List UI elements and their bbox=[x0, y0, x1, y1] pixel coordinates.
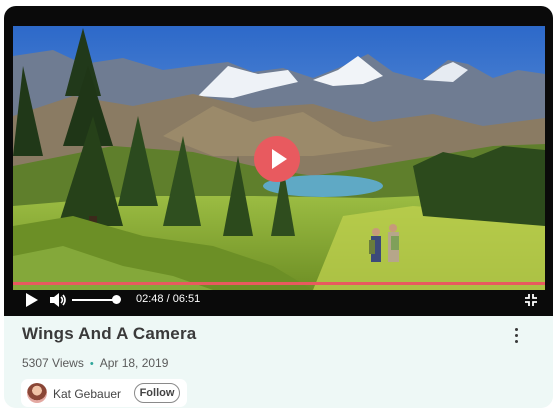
avatar[interactable] bbox=[27, 383, 47, 403]
author-name[interactable]: Kat Gebauer bbox=[53, 387, 121, 401]
publish-date: Apr 18, 2019 bbox=[99, 356, 169, 370]
author-chip: Kat Gebauer Follow bbox=[21, 379, 187, 407]
play-icon bbox=[272, 149, 287, 169]
volume-icon[interactable] bbox=[49, 292, 67, 308]
meta-separator: • bbox=[89, 358, 94, 370]
view-count: 5307 Views bbox=[22, 356, 84, 370]
play-icon[interactable] bbox=[26, 293, 38, 307]
more-vertical-icon[interactable] bbox=[512, 326, 522, 344]
time-display: 02:48 / 06:51 bbox=[136, 293, 201, 305]
video-meta: 5307 Views • Apr 18, 2019 bbox=[22, 356, 168, 370]
player-controls: 02:48 / 06:51 bbox=[4, 289, 553, 315]
follow-button[interactable]: Follow bbox=[134, 383, 180, 403]
video-title[interactable]: Wings And A Camera bbox=[22, 324, 196, 344]
fullscreen-exit-icon[interactable] bbox=[524, 293, 538, 307]
volume-slider-handle[interactable] bbox=[112, 295, 121, 304]
play-button[interactable] bbox=[254, 136, 300, 182]
video-card: 02:48 / 06:51 Wings And A Camera 5307 Vi… bbox=[4, 6, 553, 408]
video-player[interactable]: 02:48 / 06:51 bbox=[4, 6, 553, 316]
progress-bar[interactable] bbox=[13, 282, 545, 285]
progress-fill bbox=[13, 282, 545, 285]
